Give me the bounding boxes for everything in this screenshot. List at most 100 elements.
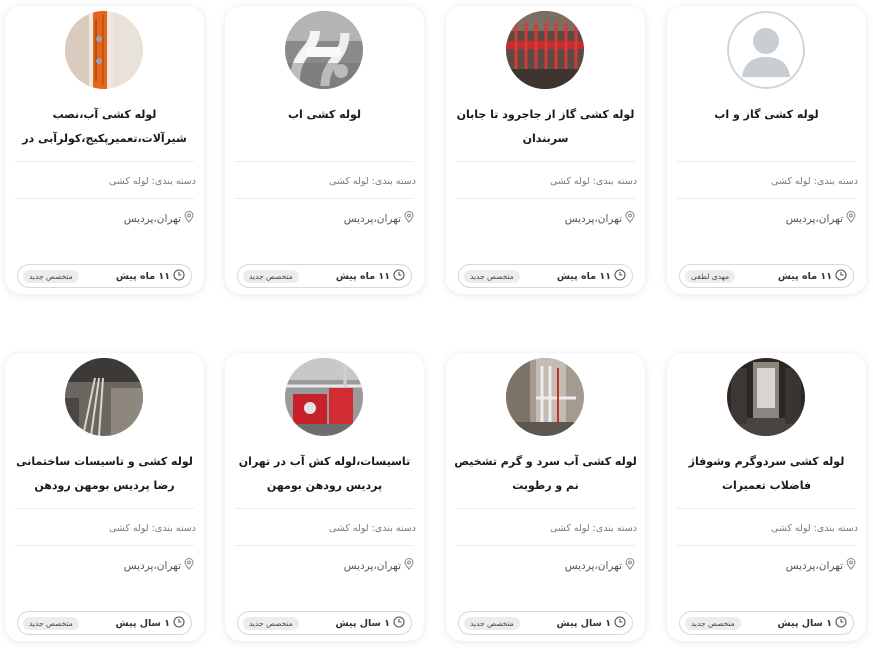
listing-title[interactable]: لوله کشی گاز از جاجرود تا جابان سربندان <box>454 103 637 153</box>
provider-badge: متخصص جدید <box>23 269 79 283</box>
listing-time: ۱۱ ماه پیش <box>115 268 185 284</box>
divider <box>15 198 194 199</box>
listing-card[interactable]: لوله کشی گاز و اب دسته بندی: لوله کشی ته… <box>667 6 866 294</box>
divider <box>456 508 635 509</box>
map-pin-icon <box>846 558 856 573</box>
listing-title[interactable]: لوله کشی سردوگرم وشوفاژ فاضلاب تعمیرات <box>675 450 858 500</box>
listing-title[interactable]: لوله کشی اب <box>233 103 416 153</box>
clock-icon <box>835 615 847 631</box>
divider <box>235 545 414 546</box>
clock-icon <box>173 268 185 284</box>
listing-title[interactable]: لوله کشی گاز و اب <box>675 103 858 153</box>
listing-location: تهران،پردیس <box>565 211 635 226</box>
divider <box>456 161 635 162</box>
listing-image[interactable] <box>727 358 805 436</box>
clock-icon <box>614 615 626 631</box>
divider <box>677 545 856 546</box>
listing-category: دسته بندی: لوله کشی <box>328 523 416 534</box>
listing-footer: متخصص جدید ۱۱ ماه پیش <box>458 264 633 288</box>
time-text: ۱۱ ماه پیش <box>335 270 390 282</box>
divider <box>677 508 856 509</box>
listing-image[interactable] <box>506 11 584 89</box>
listing-title[interactable]: لوله کشی و تاسیسات ساختمانی رضا پردیس بو… <box>13 450 196 500</box>
listing-card[interactable]: لوله کشی آب سرد و گرم تشخیص نم و رطوبت د… <box>446 353 645 641</box>
listing-card[interactable]: لوله کشی گاز از جاجرود تا جابان سربندان … <box>446 6 645 294</box>
listing-card[interactable]: لوله کشی سردوگرم وشوفاژ فاضلاب تعمیرات د… <box>667 353 866 641</box>
listing-footer: متخصص جدید ۱ سال پیش <box>679 611 854 635</box>
listing-location: تهران،پردیس <box>786 558 856 573</box>
listing-location: تهران،پردیس <box>124 211 194 226</box>
location-text: تهران،پردیس <box>343 212 401 225</box>
listing-category: دسته بندی: لوله کشی <box>549 176 637 187</box>
clock-icon <box>835 268 847 284</box>
listing-time: ۱۱ ماه پیش <box>777 268 847 284</box>
listing-footer: متخصص جدید ۱ سال پیش <box>17 611 192 635</box>
listing-image[interactable] <box>65 358 143 436</box>
listing-time: ۱ سال پیش <box>778 615 847 631</box>
time-text: ۱۱ ماه پیش <box>115 270 170 282</box>
listing-category: دسته بندی: لوله کشی <box>108 523 196 534</box>
listing-image[interactable] <box>506 358 584 436</box>
listing-title[interactable]: تاسیسات،لوله کش آب در تهران پردیس رودهن … <box>233 450 416 500</box>
listing-location: تهران،پردیس <box>565 558 635 573</box>
listing-card[interactable]: لوله کشی و تاسیسات ساختمانی رضا پردیس بو… <box>5 353 204 641</box>
provider-badge: متخصص جدید <box>464 269 520 283</box>
listing-time: ۱۱ ماه پیش <box>556 268 626 284</box>
listing-image[interactable] <box>65 11 143 89</box>
listing-footer: متخصص جدید ۱ سال پیش <box>458 611 633 635</box>
listing-category: دسته بندی: لوله کشی <box>770 523 858 534</box>
location-text: تهران،پردیس <box>343 559 401 572</box>
time-text: ۱ سال پیش <box>115 617 170 629</box>
clock-icon <box>393 615 405 631</box>
provider-badge: متخصص جدید <box>464 616 520 630</box>
listing-category: دسته بندی: لوله کشی <box>770 176 858 187</box>
divider <box>235 161 414 162</box>
map-pin-icon <box>846 211 856 226</box>
map-pin-icon <box>625 211 635 226</box>
listing-image[interactable] <box>285 358 363 436</box>
map-pin-icon <box>184 211 194 226</box>
clock-icon <box>173 615 185 631</box>
map-pin-icon <box>625 558 635 573</box>
time-text: ۱ سال پیش <box>556 617 611 629</box>
divider <box>235 198 414 199</box>
listing-location: تهران،پردیس <box>344 558 414 573</box>
time-text: ۱۱ ماه پیش <box>777 270 832 282</box>
listing-card[interactable]: تاسیسات،لوله کش آب در تهران پردیس رودهن … <box>225 353 424 641</box>
listing-footer: متخصص جدید ۱ سال پیش <box>237 611 412 635</box>
provider-badge: متخصص جدید <box>23 616 79 630</box>
location-text: تهران،پردیس <box>785 559 843 572</box>
listing-category: دسته بندی: لوله کشی <box>328 176 416 187</box>
listing-location: تهران،پردیس <box>124 558 194 573</box>
divider <box>15 545 194 546</box>
listing-time: ۱ سال پیش <box>115 615 185 631</box>
listing-card[interactable]: لوله کشی آب،نصب شیرآلات،تعمیرپکیج،کولرآب… <box>5 6 204 294</box>
location-text: تهران،پردیس <box>564 559 622 572</box>
time-text: ۱۱ ماه پیش <box>556 270 611 282</box>
listing-time: ۱ سال پیش <box>336 615 405 631</box>
listing-image[interactable] <box>285 11 363 89</box>
divider <box>235 508 414 509</box>
listing-location: تهران،پردیس <box>786 211 856 226</box>
provider-badge: متخصص جدید <box>243 269 299 283</box>
listing-title[interactable]: لوله کشی آب،نصب شیرآلات،تعمیرپکیج،کولرآب… <box>13 103 196 153</box>
map-pin-icon <box>404 211 414 226</box>
provider-badge: متخصص جدید <box>243 616 299 630</box>
divider <box>677 198 856 199</box>
listing-footer: متخصص جدید ۱۱ ماه پیش <box>17 264 192 288</box>
listing-footer: مهدی لطفی ۱۱ ماه پیش <box>679 264 854 288</box>
location-text: تهران،پردیس <box>123 212 181 225</box>
map-pin-icon <box>184 558 194 573</box>
provider-badge: متخصص جدید <box>685 616 741 630</box>
divider <box>456 198 635 199</box>
listing-title[interactable]: لوله کشی آب سرد و گرم تشخیص نم و رطوبت <box>454 450 637 500</box>
location-text: تهران،پردیس <box>123 559 181 572</box>
divider <box>15 161 194 162</box>
divider <box>677 161 856 162</box>
user-avatar[interactable] <box>727 11 805 89</box>
clock-icon <box>393 268 405 284</box>
listing-category: دسته بندی: لوله کشی <box>108 176 196 187</box>
listing-footer: متخصص جدید ۱۱ ماه پیش <box>237 264 412 288</box>
clock-icon <box>614 268 626 284</box>
listing-card[interactable]: لوله کشی اب دسته بندی: لوله کشی تهران،پر… <box>225 6 424 294</box>
